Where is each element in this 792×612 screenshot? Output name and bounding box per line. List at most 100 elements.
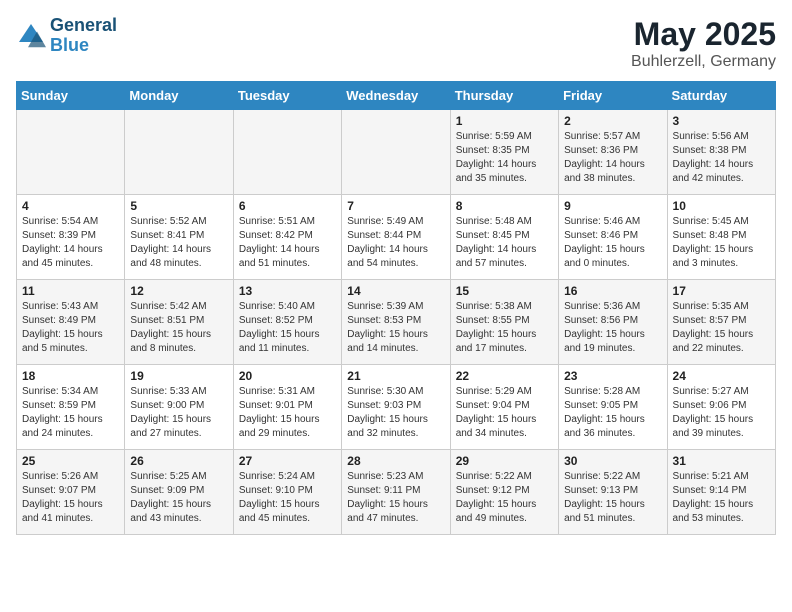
weekday-header: Monday — [125, 82, 233, 110]
weekday-header: Tuesday — [233, 82, 341, 110]
cell-content: Sunrise: 5:39 AM Sunset: 8:53 PM Dayligh… — [347, 300, 444, 356]
page-header: General Blue May 2025 Buhlerzell, German… — [16, 16, 776, 71]
title-block: May 2025 Buhlerzell, Germany — [631, 16, 776, 71]
day-number: 16 — [564, 284, 661, 298]
cell-content: Sunrise: 5:38 AM Sunset: 8:55 PM Dayligh… — [456, 300, 553, 356]
day-number: 27 — [239, 454, 336, 468]
cell-content: Sunrise: 5:49 AM Sunset: 8:44 PM Dayligh… — [347, 215, 444, 271]
calendar-cell: 29 Sunrise: 5:22 AM Sunset: 9:12 PM Dayli… — [450, 450, 558, 535]
logo-icon — [16, 21, 46, 51]
calendar-cell: 27 Sunrise: 5:24 AM Sunset: 9:10 PM Dayli… — [233, 450, 341, 535]
calendar-cell: 11Sunrise: 5:43 AM Sunset: 8:49 PM Dayli… — [17, 280, 125, 365]
day-number: 31 — [673, 454, 770, 468]
calendar-header: SundayMondayTuesdayWednesdayThursdayFrid… — [17, 82, 776, 110]
weekday-header: Sunday — [17, 82, 125, 110]
cell-content: Sunrise: 5:48 AM Sunset: 8:45 PM Dayligh… — [456, 215, 553, 271]
calendar-title: May 2025 — [631, 16, 776, 53]
day-number: 6 — [239, 199, 336, 213]
cell-content: Sunrise: 5:26 AM Sunset: 9:07 PM Dayligh… — [22, 470, 119, 526]
calendar-body: 1 Sunrise: 5:59 AM Sunset: 8:35 PM Daylig… — [17, 110, 776, 535]
calendar-cell: 5 Sunrise: 5:52 AM Sunset: 8:41 PM Daylig… — [125, 195, 233, 280]
calendar-cell: 30 Sunrise: 5:22 AM Sunset: 9:13 PM Dayli… — [559, 450, 667, 535]
weekday-header: Friday — [559, 82, 667, 110]
calendar-cell — [342, 110, 450, 195]
calendar-cell: 23Sunrise: 5:28 AM Sunset: 9:05 PM Dayli… — [559, 365, 667, 450]
calendar-cell: 4 Sunrise: 5:54 AM Sunset: 8:39 PM Daylig… — [17, 195, 125, 280]
day-number: 12 — [130, 284, 227, 298]
cell-content: Sunrise: 5:24 AM Sunset: 9:10 PM Dayligh… — [239, 470, 336, 526]
cell-content: Sunrise: 5:56 AM Sunset: 8:38 PM Dayligh… — [673, 130, 770, 186]
calendar-cell: 12 Sunrise: 5:42 AM Sunset: 8:51 PM Dayli… — [125, 280, 233, 365]
calendar-cell: 14 Sunrise: 5:39 AM Sunset: 8:53 PM Dayli… — [342, 280, 450, 365]
calendar-cell: 19 Sunrise: 5:33 AM Sunset: 9:00 PM Dayli… — [125, 365, 233, 450]
day-number: 18 — [22, 369, 119, 383]
day-number: 30 — [564, 454, 661, 468]
cell-content: Sunrise: 5:33 AM Sunset: 9:00 PM Dayligh… — [130, 385, 227, 441]
weekday-header: Thursday — [450, 82, 558, 110]
weekday-header: Saturday — [667, 82, 775, 110]
cell-content: Sunrise: 5:57 AM Sunset: 8:36 PM Dayligh… — [564, 130, 661, 186]
calendar-cell: 22Sunrise: 5:29 AM Sunset: 9:04 PM Dayli… — [450, 365, 558, 450]
cell-content: Sunrise: 5:46 AM Sunset: 8:46 PM Dayligh… — [564, 215, 661, 271]
day-number: 2 — [564, 114, 661, 128]
calendar-cell: 10 Sunrise: 5:45 AM Sunset: 8:48 PM Dayli… — [667, 195, 775, 280]
calendar-cell: 13 Sunrise: 5:40 AM Sunset: 8:52 PM Dayli… — [233, 280, 341, 365]
cell-content: Sunrise: 5:23 AM Sunset: 9:11 PM Dayligh… — [347, 470, 444, 526]
day-number: 15 — [456, 284, 553, 298]
weekday-header: Wednesday — [342, 82, 450, 110]
calendar-cell: 24Sunrise: 5:27 AM Sunset: 9:06 PM Dayli… — [667, 365, 775, 450]
calendar-cell: 7 Sunrise: 5:49 AM Sunset: 8:44 PM Daylig… — [342, 195, 450, 280]
day-number: 17 — [673, 284, 770, 298]
logo-text: General Blue — [50, 16, 117, 56]
cell-content: Sunrise: 5:59 AM Sunset: 8:35 PM Dayligh… — [456, 130, 553, 186]
day-number: 13 — [239, 284, 336, 298]
calendar-cell: 16Sunrise: 5:36 AM Sunset: 8:56 PM Dayli… — [559, 280, 667, 365]
cell-content: Sunrise: 5:21 AM Sunset: 9:14 PM Dayligh… — [673, 470, 770, 526]
day-number: 1 — [456, 114, 553, 128]
cell-content: Sunrise: 5:30 AM Sunset: 9:03 PM Dayligh… — [347, 385, 444, 441]
calendar-cell — [125, 110, 233, 195]
calendar-cell: 21 Sunrise: 5:30 AM Sunset: 9:03 PM Dayli… — [342, 365, 450, 450]
calendar-cell: 1 Sunrise: 5:59 AM Sunset: 8:35 PM Daylig… — [450, 110, 558, 195]
cell-content: Sunrise: 5:43 AM Sunset: 8:49 PM Dayligh… — [22, 300, 119, 356]
day-number: 8 — [456, 199, 553, 213]
day-number: 3 — [673, 114, 770, 128]
day-number: 14 — [347, 284, 444, 298]
cell-content: Sunrise: 5:35 AM Sunset: 8:57 PM Dayligh… — [673, 300, 770, 356]
calendar-cell: 15 Sunrise: 5:38 AM Sunset: 8:55 PM Dayli… — [450, 280, 558, 365]
logo: General Blue — [16, 16, 117, 56]
day-number: 7 — [347, 199, 444, 213]
calendar-subtitle: Buhlerzell, Germany — [631, 53, 776, 71]
calendar-cell: 3 Sunrise: 5:56 AM Sunset: 8:38 PM Daylig… — [667, 110, 775, 195]
cell-content: Sunrise: 5:34 AM Sunset: 8:59 PM Dayligh… — [22, 385, 119, 441]
calendar-cell: 6Sunrise: 5:51 AM Sunset: 8:42 PM Daylig… — [233, 195, 341, 280]
day-number: 20 — [239, 369, 336, 383]
cell-content: Sunrise: 5:28 AM Sunset: 9:05 PM Dayligh… — [564, 385, 661, 441]
day-number: 9 — [564, 199, 661, 213]
calendar-cell: 31 Sunrise: 5:21 AM Sunset: 9:14 PM Dayli… — [667, 450, 775, 535]
calendar-cell — [233, 110, 341, 195]
calendar-table: SundayMondayTuesdayWednesdayThursdayFrid… — [16, 81, 776, 535]
cell-content: Sunrise: 5:45 AM Sunset: 8:48 PM Dayligh… — [673, 215, 770, 271]
day-number: 19 — [130, 369, 227, 383]
cell-content: Sunrise: 5:31 AM Sunset: 9:01 PM Dayligh… — [239, 385, 336, 441]
day-number: 21 — [347, 369, 444, 383]
cell-content: Sunrise: 5:25 AM Sunset: 9:09 PM Dayligh… — [130, 470, 227, 526]
day-number: 28 — [347, 454, 444, 468]
calendar-cell: 28 Sunrise: 5:23 AM Sunset: 9:11 PM Dayli… — [342, 450, 450, 535]
day-number: 26 — [130, 454, 227, 468]
cell-content: Sunrise: 5:22 AM Sunset: 9:13 PM Dayligh… — [564, 470, 661, 526]
cell-content: Sunrise: 5:54 AM Sunset: 8:39 PM Dayligh… — [22, 215, 119, 271]
calendar-cell — [17, 110, 125, 195]
day-number: 22 — [456, 369, 553, 383]
day-number: 10 — [673, 199, 770, 213]
cell-content: Sunrise: 5:42 AM Sunset: 8:51 PM Dayligh… — [130, 300, 227, 356]
calendar-cell: 8 Sunrise: 5:48 AM Sunset: 8:45 PM Daylig… — [450, 195, 558, 280]
cell-content: Sunrise: 5:22 AM Sunset: 9:12 PM Dayligh… — [456, 470, 553, 526]
cell-content: Sunrise: 5:40 AM Sunset: 8:52 PM Dayligh… — [239, 300, 336, 356]
day-number: 29 — [456, 454, 553, 468]
calendar-cell: 2 Sunrise: 5:57 AM Sunset: 8:36 PM Daylig… — [559, 110, 667, 195]
day-number: 4 — [22, 199, 119, 213]
cell-content: Sunrise: 5:52 AM Sunset: 8:41 PM Dayligh… — [130, 215, 227, 271]
day-number: 5 — [130, 199, 227, 213]
